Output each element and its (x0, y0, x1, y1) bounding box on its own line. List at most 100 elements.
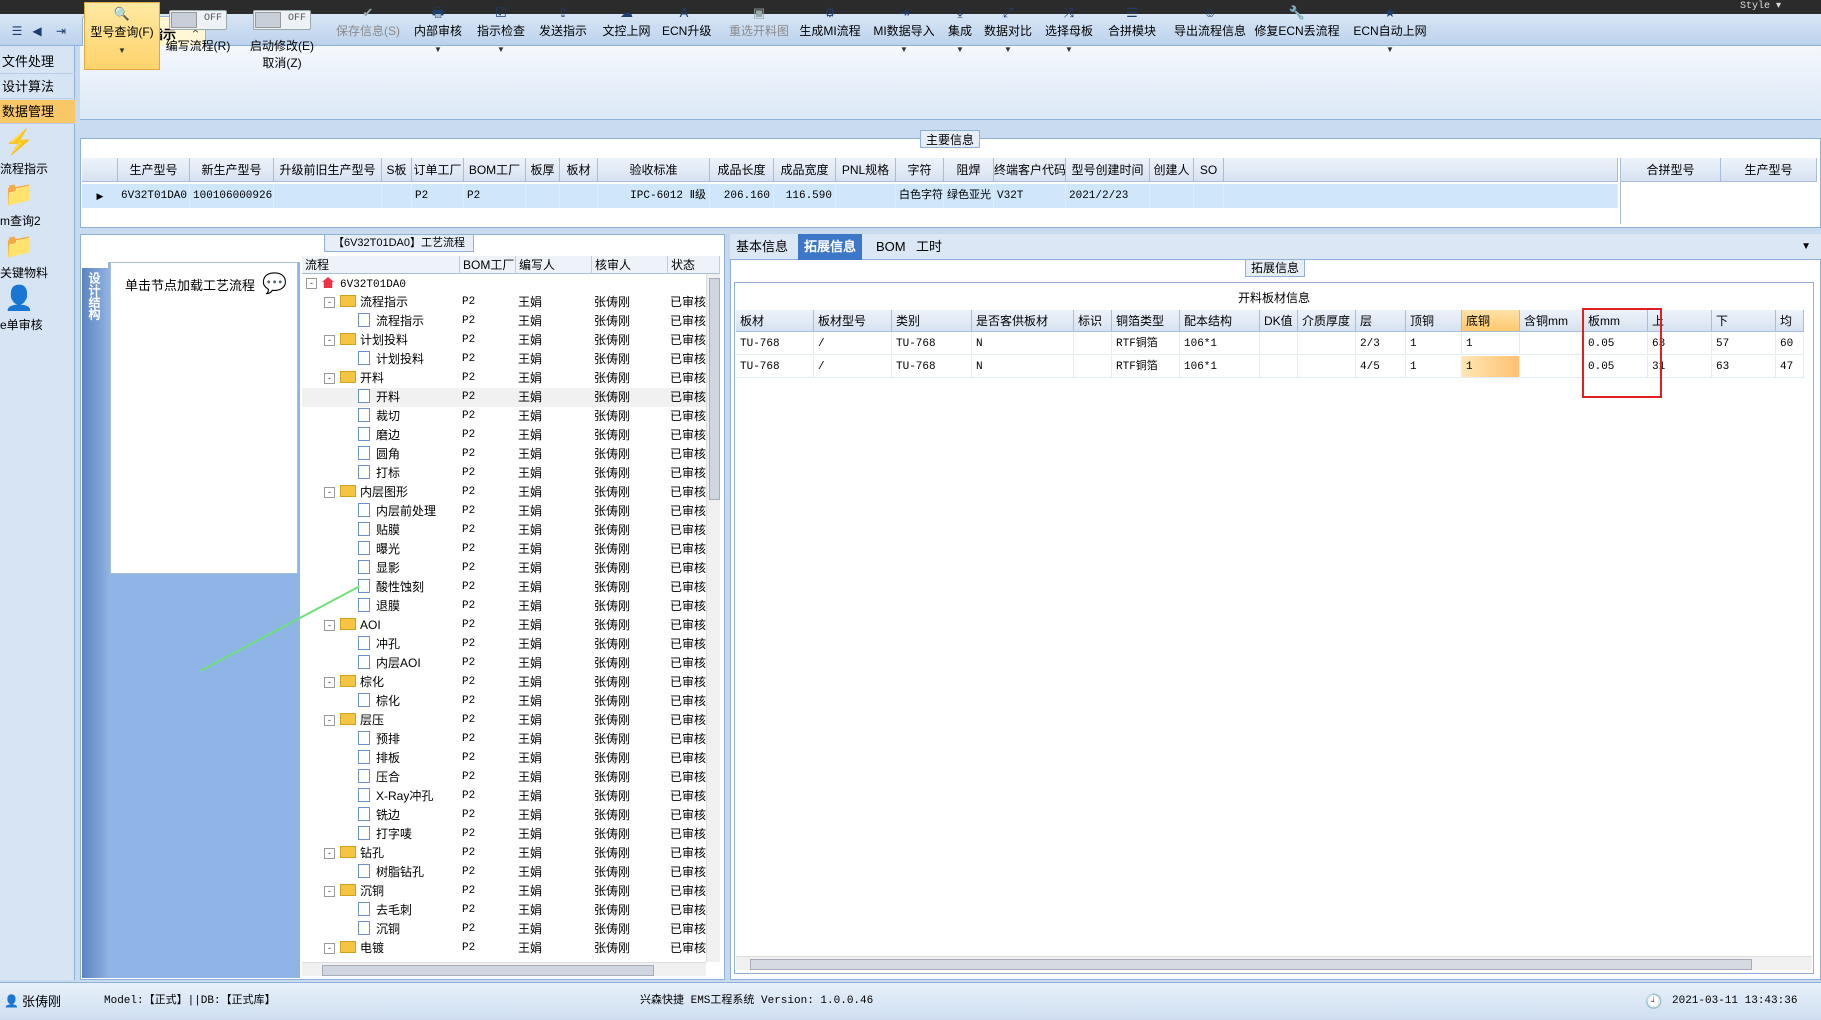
ext-grid-header[interactable]: 层 (1356, 310, 1406, 332)
ext-grid-cell[interactable]: 63 (1712, 356, 1776, 378)
ext-grid-cell[interactable]: 1 (1406, 356, 1462, 378)
ext-grid-cell[interactable]: RTF铜箔 (1112, 356, 1180, 378)
tree-leaf-row[interactable]: 树脂钻孔 P2 王娟 张俦刚 已审核 (302, 863, 720, 882)
main-grid-header[interactable]: 生产型号 (118, 158, 190, 182)
ext-grid-cell[interactable]: 106*1 (1180, 333, 1260, 355)
ext-grid-header[interactable]: 铜箔类型 (1112, 310, 1180, 332)
ext-grid-header[interactable]: 板材型号 (814, 310, 892, 332)
main-grid-cell[interactable] (1150, 184, 1194, 208)
tree-leaf-row[interactable]: 内层AOI P2 王娟 张俦刚 已审核 (302, 654, 720, 673)
tab-work-hours[interactable]: 工时 (910, 234, 948, 260)
ext-grid-header[interactable]: 标识 (1074, 310, 1112, 332)
main-grid-cell[interactable]: V32T (994, 184, 1066, 208)
tree-leaf-row[interactable]: 打字唛 P2 王娟 张俦刚 已审核 (302, 825, 720, 844)
ribbon-button-1[interactable]: 🖶 内部审核 ▼ (412, 2, 464, 72)
main-grid-header[interactable]: 板材 (560, 158, 598, 182)
ext-grid-cell[interactable]: TU-768 (736, 356, 814, 378)
main-grid-header[interactable]: 新生产型号 (190, 158, 274, 182)
tree-expander[interactable]: - (324, 943, 335, 954)
model-query-button[interactable]: 🔍 型号查询(F) ▼ (84, 2, 160, 70)
ribbon-button-2[interactable]: ☑ 指示检查 ▼ (475, 2, 527, 72)
main-grid-cell[interactable]: 10010600092688 (190, 184, 274, 208)
tree-leaf-row[interactable]: 沉铜 P2 王娟 张俦刚 已审核 (302, 920, 720, 939)
ext-grid-header[interactable]: 配本结构 (1180, 310, 1260, 332)
tree-node-row[interactable]: - AOI P2 王娟 张俦刚 已审核 (302, 616, 720, 635)
tree-node-row[interactable]: - 沉铜 P2 王娟 张俦刚 已审核 (302, 882, 720, 901)
main-grid-header[interactable]: 成品宽度 (774, 158, 836, 182)
sidebar-item-data-management[interactable]: 数据管理 (0, 100, 75, 124)
ext-grid-header[interactable]: 含铜mm (1520, 310, 1584, 332)
main-grid-cell[interactable]: IPC-6012 Ⅱ级 (598, 184, 710, 208)
tree-leaf-row[interactable]: 圆角 P2 王娟 张俦刚 已审核 (302, 445, 720, 464)
tree-expander[interactable]: - (306, 278, 317, 289)
ext-grid-cell[interactable]: N (972, 333, 1074, 355)
main-grid-cell[interactable]: 绿色亚光 (944, 184, 994, 208)
tab-extended-info[interactable]: 拓展信息 (798, 234, 863, 260)
main-grid-header[interactable]: 字符 (896, 158, 944, 182)
tree-leaf-row[interactable]: 贴膜 P2 王娟 张俦刚 已审核 (302, 521, 720, 540)
tab-bom[interactable]: BOM (870, 234, 912, 260)
col-writer[interactable]: 编写人 (516, 256, 592, 274)
main-grid-cell[interactable] (836, 184, 896, 208)
tree-expander[interactable]: - (324, 848, 335, 859)
main-grid-header[interactable]: BOM工厂 (464, 158, 526, 182)
ext-grid-header[interactable]: 板材 (736, 310, 814, 332)
main-grid-cell[interactable] (526, 184, 560, 208)
tree-node-row[interactable]: - 流程指示 P2 王娟 张俦刚 已审核 (302, 293, 720, 312)
main-grid-header[interactable]: PNL规格 (836, 158, 896, 182)
tree-leaf-row[interactable]: 退膜 P2 王娟 张俦刚 已审核 (302, 597, 720, 616)
ext-grid-header[interactable]: 类别 (892, 310, 972, 332)
toggle-switch[interactable]: OFF (169, 10, 227, 30)
ext-grid-cell[interactable]: TU-768 (892, 356, 972, 378)
main-grid-header[interactable]: 终端客户代码 (994, 158, 1066, 182)
main-grid-cell[interactable]: P2 (412, 184, 464, 208)
tree-node-row[interactable]: - 棕化 P2 王娟 张俦刚 已审核 (302, 673, 720, 692)
tree-leaf-row[interactable]: 冲孔 P2 王娟 张俦刚 已审核 (302, 635, 720, 654)
ribbon-button-3[interactable]: ⇪ 发送指示 (533, 2, 593, 72)
ext-grid-cell[interactable]: 47 (1776, 356, 1804, 378)
sidebar-key-materials[interactable]: 📁 关键物料 (0, 232, 75, 284)
tree-leaf-row[interactable]: 裁切 P2 王娟 张俦刚 已审核 (302, 407, 720, 426)
ext-grid-cell[interactable]: 1 (1462, 356, 1520, 378)
design-structure-card[interactable]: 单击节点加载工艺流程 💬 (110, 262, 298, 574)
ribbon-button-5[interactable]: A ECN升级 (662, 2, 711, 72)
main-grid-header[interactable]: 创建人 (1150, 158, 1194, 182)
tree-node-row[interactable]: - 内层图形 P2 王娟 张俦刚 已审核 (302, 483, 720, 502)
tree-expander[interactable]: - (324, 886, 335, 897)
ext-grid-header[interactable]: 均 (1776, 310, 1804, 332)
main-grid-header[interactable]: 验收标准 (598, 158, 710, 182)
cancel-label[interactable]: 取消(Z) (244, 54, 320, 71)
tab-basic-info[interactable]: 基本信息 (730, 234, 794, 260)
start-modify-toggle[interactable]: OFF 启动修改(E) 取消(Z) (244, 2, 320, 72)
main-grid-cell[interactable] (1194, 184, 1224, 208)
col-flow[interactable]: 流程 (302, 256, 460, 274)
tree-node-row[interactable]: - 6V32T01DA0 (302, 274, 720, 293)
ext-grid-cell[interactable] (1074, 333, 1112, 355)
main-grid-header[interactable]: 型号创建时间 (1066, 158, 1150, 182)
ribbon-button-4[interactable]: ☁ 文控上网 (599, 2, 654, 72)
ext-grid-cell[interactable]: N (972, 356, 1074, 378)
ext-grid-cell[interactable]: RTF铜箔 (1112, 333, 1180, 355)
sidebar-flow-instruction[interactable]: ⚡ 流程指示 (0, 128, 75, 180)
chevron-down-icon[interactable]: ▼ (1795, 234, 1817, 260)
tree-leaf-row[interactable]: 内层前处理 P2 王娟 张俦刚 已审核 (302, 502, 720, 521)
ext-grid-cell[interactable] (1298, 356, 1356, 378)
tree-leaf-row[interactable]: 排板 P2 王娟 张俦刚 已审核 (302, 749, 720, 768)
ext-grid-cell[interactable] (1520, 333, 1584, 355)
sidebar-item-design[interactable]: 设计算法 (0, 75, 75, 99)
toggle-switch[interactable]: OFF (253, 10, 311, 30)
main-grid-header[interactable]: 阻焊 (944, 158, 994, 182)
ribbon-button-13[interactable]: ☺ 导出流程信息 (1168, 2, 1252, 72)
main-grid-header[interactable]: SO (1194, 158, 1224, 182)
sidebar-query2[interactable]: 📁 m查询2 (0, 180, 75, 232)
tree-expander[interactable]: - (324, 335, 335, 346)
main-grid-cell[interactable]: 206.160 (710, 184, 774, 208)
ext-grid-cell[interactable]: / (814, 356, 892, 378)
ext-grid-cell[interactable]: 4/5 (1356, 356, 1406, 378)
tree-node-row[interactable]: - 钻孔 P2 王娟 张俦刚 已审核 (302, 844, 720, 863)
tree-expander[interactable]: - (324, 620, 335, 631)
tree-expander[interactable]: - (324, 715, 335, 726)
tree-leaf-row[interactable]: 开料 P2 王娟 张俦刚 已审核 (302, 388, 720, 407)
tree-expander[interactable]: - (324, 677, 335, 688)
ext-grid-header[interactable]: 下 (1712, 310, 1776, 332)
